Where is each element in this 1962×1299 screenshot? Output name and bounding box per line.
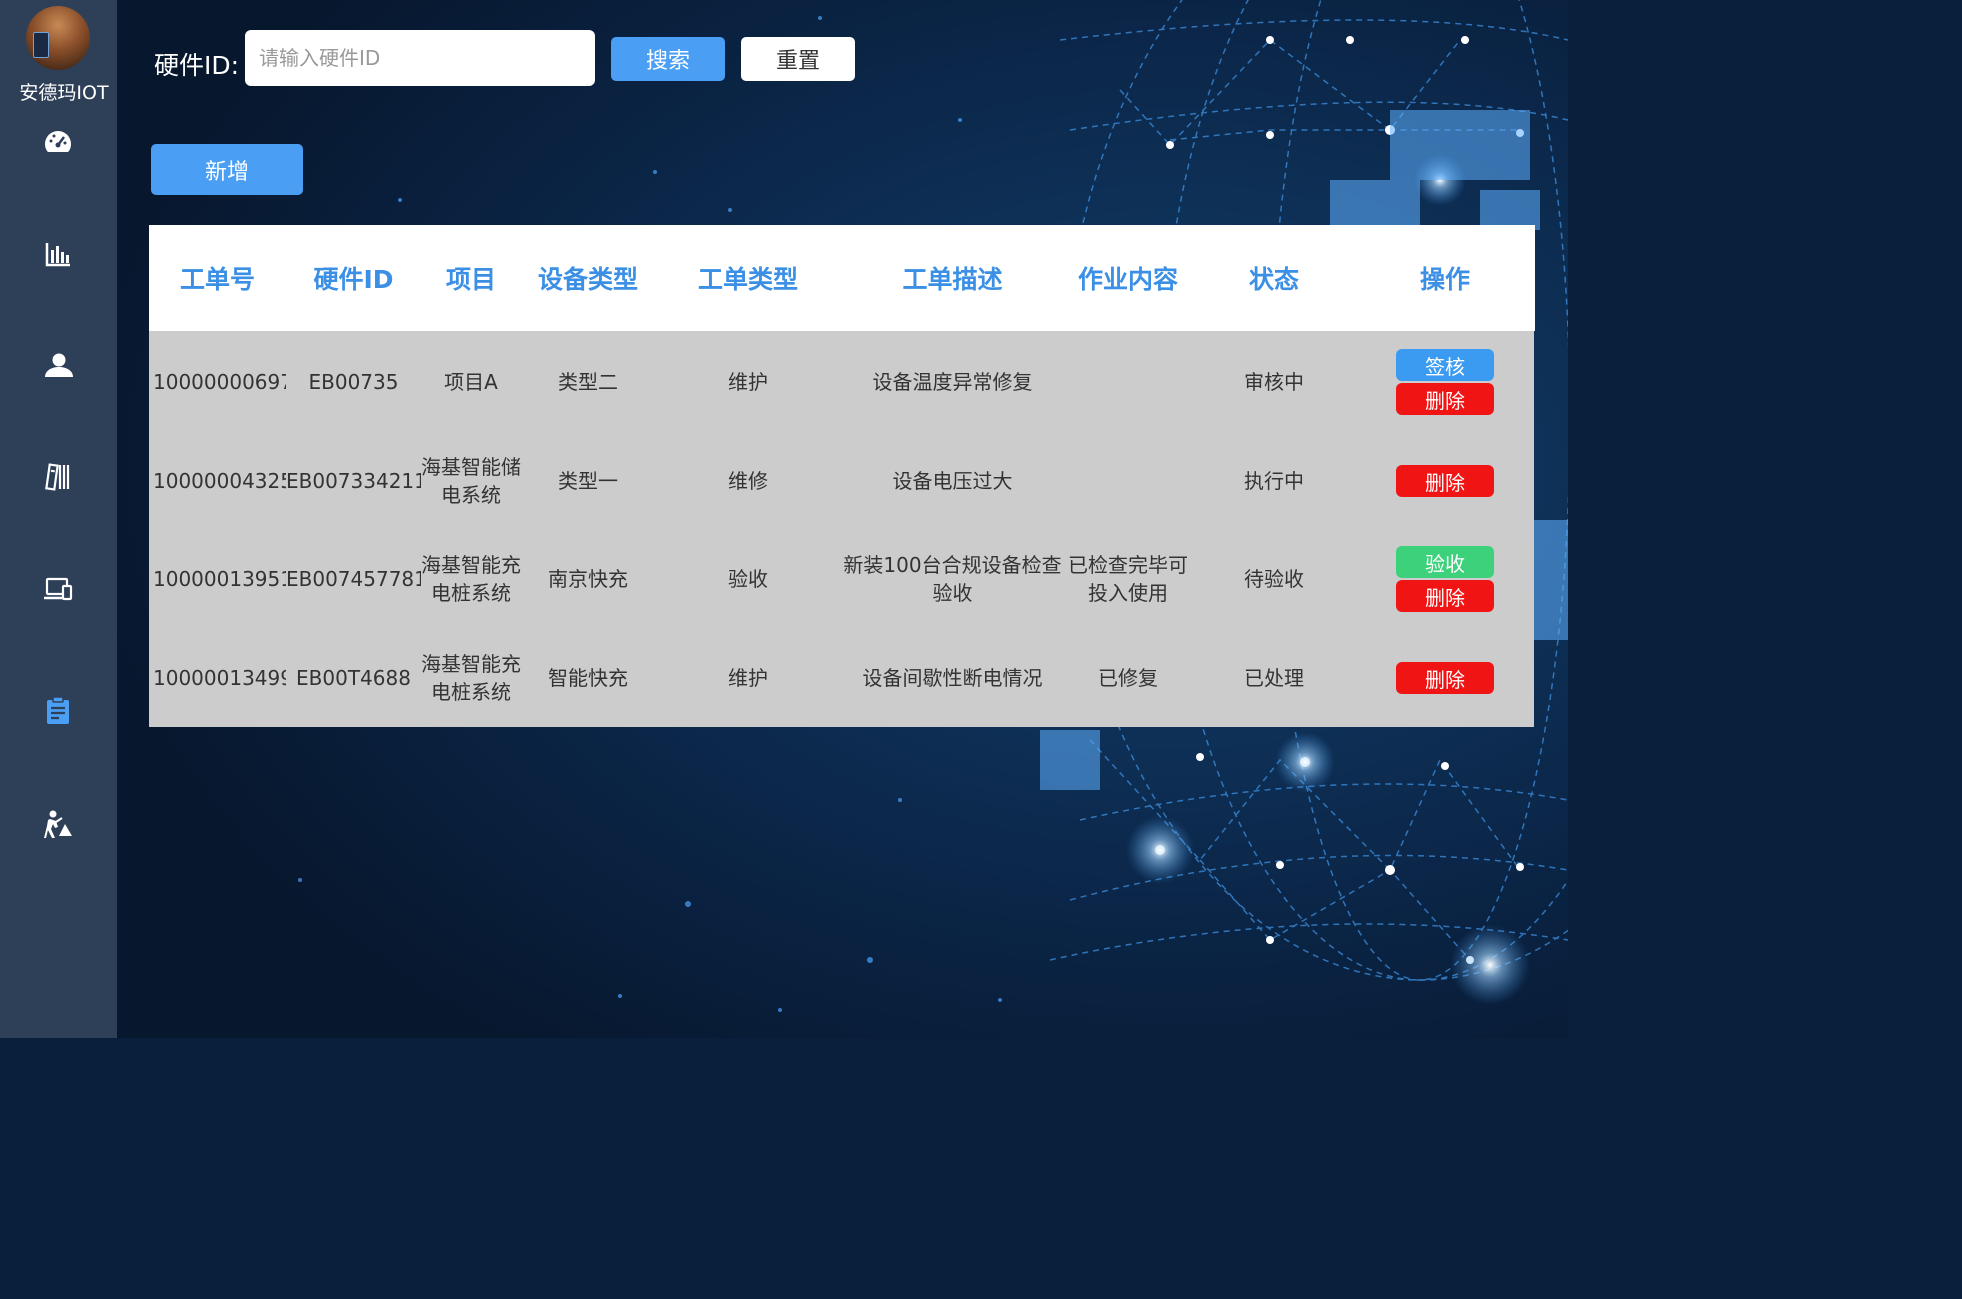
column-header-status: 状态 (1248, 265, 1299, 294)
cell-content: 已检查完毕可投入使用 (1068, 553, 1188, 605)
column-header-order-type: 工单类型 (697, 265, 798, 294)
delete-button[interactable]: 删除 (1396, 465, 1494, 497)
cell-order-type: 验收 (728, 567, 768, 591)
cell-actions: 删除 (1356, 465, 1534, 497)
brand-name: 安德玛IOT (19, 82, 109, 104)
cell-actions: 删除 (1356, 662, 1534, 694)
delete-button[interactable]: 删除 (1396, 383, 1494, 415)
reset-button[interactable]: 重置 (741, 37, 855, 81)
column-header-content: 作业内容 (1077, 265, 1178, 294)
cell-actions: 签核 删除 (1356, 349, 1534, 415)
cell-device-type: 智能快充 (548, 666, 628, 690)
cell-hardware-id: EB00735 (308, 370, 399, 394)
cell-status: 已处理 (1244, 666, 1304, 690)
cell-hardware-id: EB00T4688 (296, 666, 411, 690)
sidebar-item-statistics[interactable] (40, 236, 76, 272)
sidebar-item-work-orders[interactable] (40, 693, 76, 729)
column-header-order-no: 工单号 (179, 265, 255, 294)
cell-order-no: 100000139510 (153, 567, 286, 591)
column-header-device-type: 设备类型 (537, 265, 638, 294)
cell-order-type: 维护 (728, 370, 768, 394)
add-button[interactable]: 新增 (151, 144, 303, 195)
cell-device-type: 类型一 (558, 469, 618, 493)
sidebar-item-library[interactable] (40, 459, 76, 495)
cell-device-type: 南京快充 (548, 567, 628, 591)
sidebar-item-devices[interactable] (40, 571, 76, 607)
cell-description: 设备电压过大 (892, 469, 1013, 493)
books-icon (45, 463, 70, 491)
user-icon (45, 353, 73, 377)
cell-description: 设备温度异常修复 (872, 370, 1033, 394)
cell-order-no: 100000043259 (153, 469, 286, 493)
table-row: 100000139510 EB007457781 海基智能充电桩系统 南京快充 … (149, 529, 1534, 629)
work-order-table: 工单号 硬件ID 项目 设备类型 工单类型 工单描述 作业内容 状态 操作 10… (149, 225, 1535, 727)
cell-order-type: 维护 (728, 666, 768, 690)
cell-status: 执行中 (1244, 469, 1304, 493)
table-row: 100000006971 EB00735 项目A 类型二 维护 设备温度异常修复… (149, 331, 1534, 433)
hardware-id-label: 硬件ID: (154, 51, 240, 80)
cell-description: 新装100台合规设备检查验收 (843, 553, 1062, 605)
audit-button[interactable]: 签核 (1396, 349, 1494, 381)
column-header-description: 工单描述 (902, 265, 1003, 294)
accept-button[interactable]: 验收 (1396, 546, 1494, 578)
sidebar-item-users[interactable] (40, 347, 76, 383)
devices-icon (44, 577, 73, 601)
cell-device-type: 类型二 (558, 370, 618, 394)
bar-chart-icon (45, 243, 70, 267)
delete-button[interactable]: 删除 (1396, 662, 1494, 694)
cell-project: 海基智能充电桩系统 (421, 652, 521, 704)
dashboard-icon (45, 131, 71, 152)
work-order-icon (47, 696, 69, 724)
table-row: 100000043259 EB007334211 海基智能储电系统 类型一 维修… (149, 433, 1534, 529)
table-header: 工单号 硬件ID 项目 设备类型 工单类型 工单描述 作业内容 状态 操作 (149, 225, 1535, 331)
search-button[interactable]: 搜索 (611, 37, 725, 81)
table-body: 100000006971 EB00735 项目A 类型二 维护 设备温度异常修复… (149, 331, 1534, 727)
cell-order-no: 100000006971 (153, 370, 286, 394)
cell-hardware-id: EB007334211 (286, 469, 421, 493)
cell-description: 设备间歇性断电情况 (862, 666, 1043, 690)
column-header-actions: 操作 (1419, 265, 1470, 294)
column-header-project: 项目 (445, 265, 496, 294)
hardware-id-search-input[interactable] (245, 30, 595, 86)
table-row: 100000134997 EB00T4688 海基智能充电桩系统 智能快充 维护… (149, 629, 1534, 727)
cell-project: 海基智能充电桩系统 (421, 553, 521, 605)
cell-actions: 验收 删除 (1356, 546, 1534, 612)
cell-content: 已修复 (1098, 666, 1158, 690)
sidebar-item-workers[interactable] (40, 806, 76, 842)
cell-project: 项目A (444, 370, 498, 394)
cell-order-type: 维修 (728, 469, 768, 493)
column-header-hardware-id: 硬件ID (313, 265, 394, 294)
cell-status: 待验收 (1244, 567, 1304, 591)
avatar[interactable] (26, 6, 90, 70)
worker-icon (44, 810, 72, 838)
delete-button[interactable]: 删除 (1396, 580, 1494, 612)
cell-status: 审核中 (1244, 370, 1304, 394)
cell-order-no: 100000134997 (153, 666, 286, 690)
cell-hardware-id: EB007457781 (286, 567, 421, 591)
sidebar-item-dashboard[interactable] (40, 124, 76, 160)
sidebar: 安德玛IOT (0, 0, 117, 1038)
phone-icon (33, 32, 49, 58)
cell-project: 海基智能储电系统 (421, 455, 521, 507)
